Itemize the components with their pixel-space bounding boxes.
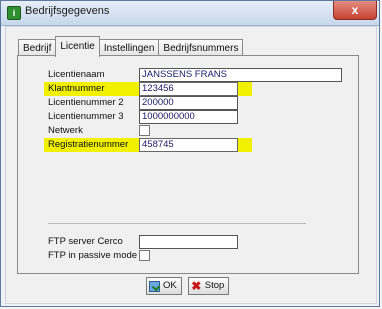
licentienaam-row: Licentienaam JANSSENS FRANS	[18, 68, 358, 82]
klantnummer-label: Klantnummer	[48, 83, 105, 94]
title-bar[interactable]: i Bedrijfsgegevens x	[1, 1, 379, 26]
registratienummer-row: Registratienummer 458745	[18, 138, 358, 152]
netwerk-row: Netwerk	[18, 124, 358, 138]
ftp-passive-row: FTP in passive mode	[18, 249, 358, 263]
dialog-window: i Bedrijfsgegevens x Bedrijf Licentie In…	[0, 0, 380, 307]
window-title: Bedrijfsgegevens	[25, 5, 110, 17]
netwerk-label: Netwerk	[48, 125, 83, 136]
netwerk-checkbox[interactable]	[139, 125, 150, 136]
klantnummer-row: Klantnummer 123456	[18, 82, 358, 96]
licentienaam-label: Licentienaam	[48, 69, 105, 80]
ok-button[interactable]: OK	[146, 277, 182, 295]
info-icon: i	[7, 6, 21, 20]
klantnummer-field[interactable]: 123456	[139, 82, 238, 96]
tab-strip: Bedrijf Licentie Instellingen Bedrijfsnu…	[18, 36, 244, 57]
registratienummer-field[interactable]: 458745	[139, 138, 238, 152]
ftp-passive-label: FTP in passive mode	[48, 250, 138, 261]
ftp-server-label: FTP server Cerco	[48, 236, 123, 247]
ftp-server-field[interactable]	[139, 235, 238, 249]
tab-licentie[interactable]: Licentie	[55, 36, 100, 57]
check-document-icon	[149, 280, 160, 292]
section-divider	[48, 223, 306, 224]
licentienaam-field[interactable]: JANSSENS FRANS	[139, 68, 342, 82]
ftp-server-row: FTP server Cerco	[18, 235, 358, 249]
licentienummer3-label: Licentienummer 3	[48, 111, 124, 122]
licentienummer2-row: Licentienummer 2 200000	[18, 96, 358, 110]
licentienummer2-field[interactable]: 200000	[139, 96, 238, 110]
stop-button[interactable]: ✖ Stop	[187, 277, 230, 295]
dialog-body: Bedrijf Licentie Instellingen Bedrijfsnu…	[5, 26, 377, 304]
button-bar: OK ✖ Stop	[146, 277, 230, 295]
licentienummer3-field[interactable]: 1000000000	[139, 110, 238, 124]
registratienummer-label: Registratienummer	[48, 139, 129, 150]
licentienummer2-label: Licentienummer 2	[48, 97, 124, 108]
stop-icon: ✖	[191, 278, 202, 293]
close-button[interactable]: x	[333, 1, 377, 20]
ftp-passive-checkbox[interactable]	[139, 250, 150, 261]
licentienummer3-row: Licentienummer 3 1000000000	[18, 110, 358, 124]
stop-button-label: Stop	[204, 280, 225, 291]
ok-button-label: OK	[163, 280, 177, 291]
licentie-panel: Licentienaam JANSSENS FRANS Klantnummer …	[17, 55, 359, 274]
